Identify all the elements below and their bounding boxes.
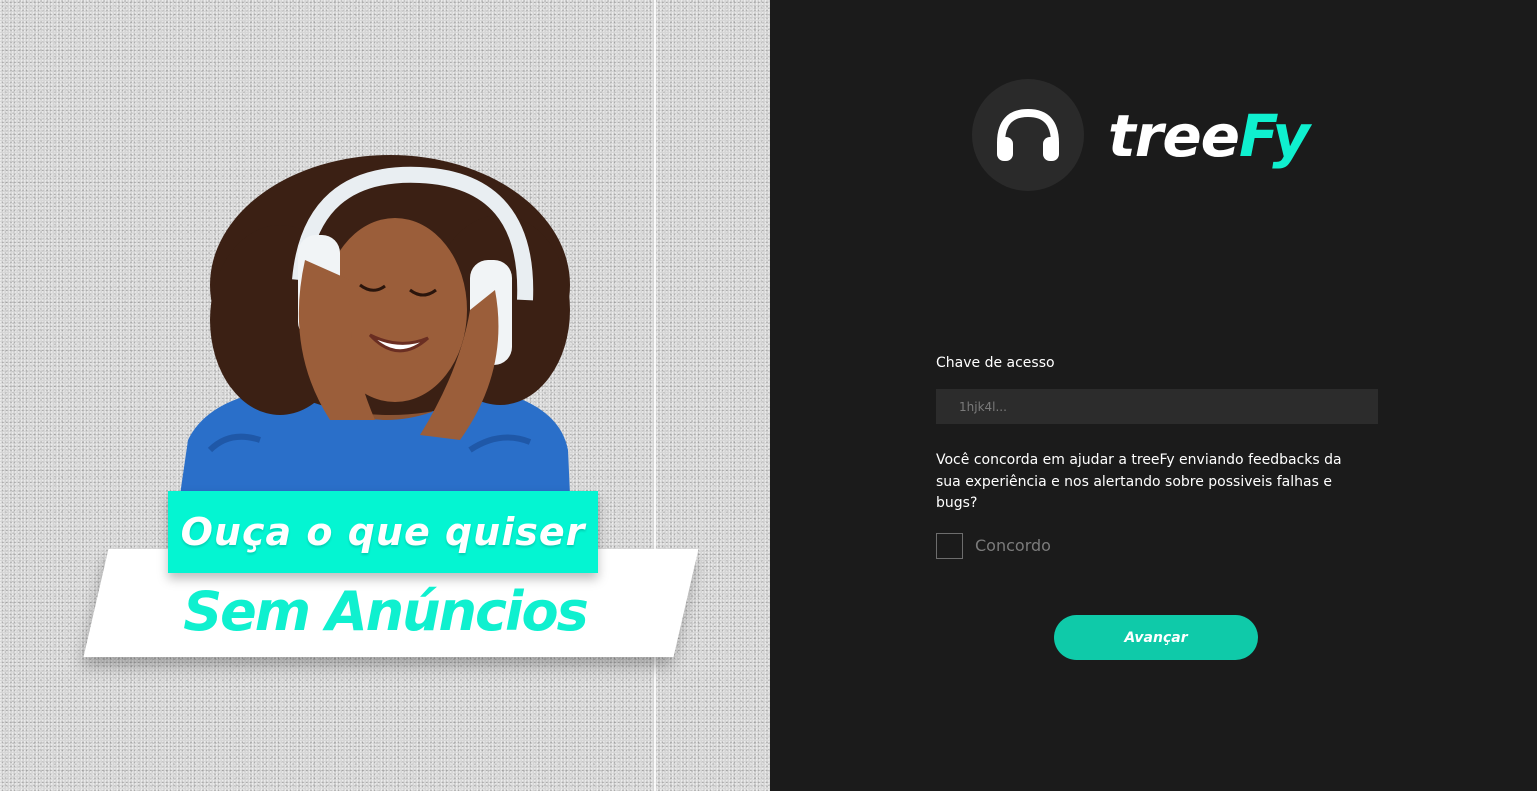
brand-name-part1: tree [1108, 102, 1240, 170]
promo-subheadline: Sem Anúncios [183, 580, 588, 643]
promo-panel: Ouça o que quiser Sem Anúncios [0, 0, 770, 791]
login-panel: treeFy Chave de acesso Você concorda em … [770, 0, 1537, 791]
access-key-input[interactable] [936, 389, 1378, 424]
consent-checkbox[interactable] [936, 533, 963, 559]
brand-wordmark: treeFy [1108, 98, 1310, 174]
promo-headline: Ouça o que quiser [180, 510, 586, 554]
consent-checkbox-label: Concordo [975, 536, 1051, 555]
headphones-icon [997, 108, 1059, 161]
decorative-divider [654, 0, 656, 791]
advance-button[interactable]: Avançar [1054, 615, 1258, 660]
consent-question: Você concorda em ajudar a treeFy enviand… [936, 452, 1342, 511]
woman-with-headphones-photo [180, 155, 570, 495]
brand-name-part2: Fy [1239, 102, 1310, 170]
logo [972, 79, 1084, 191]
access-key-label: Chave de acesso [936, 355, 1055, 371]
banner-cyan-strip: Ouça o que quiser [168, 491, 598, 573]
